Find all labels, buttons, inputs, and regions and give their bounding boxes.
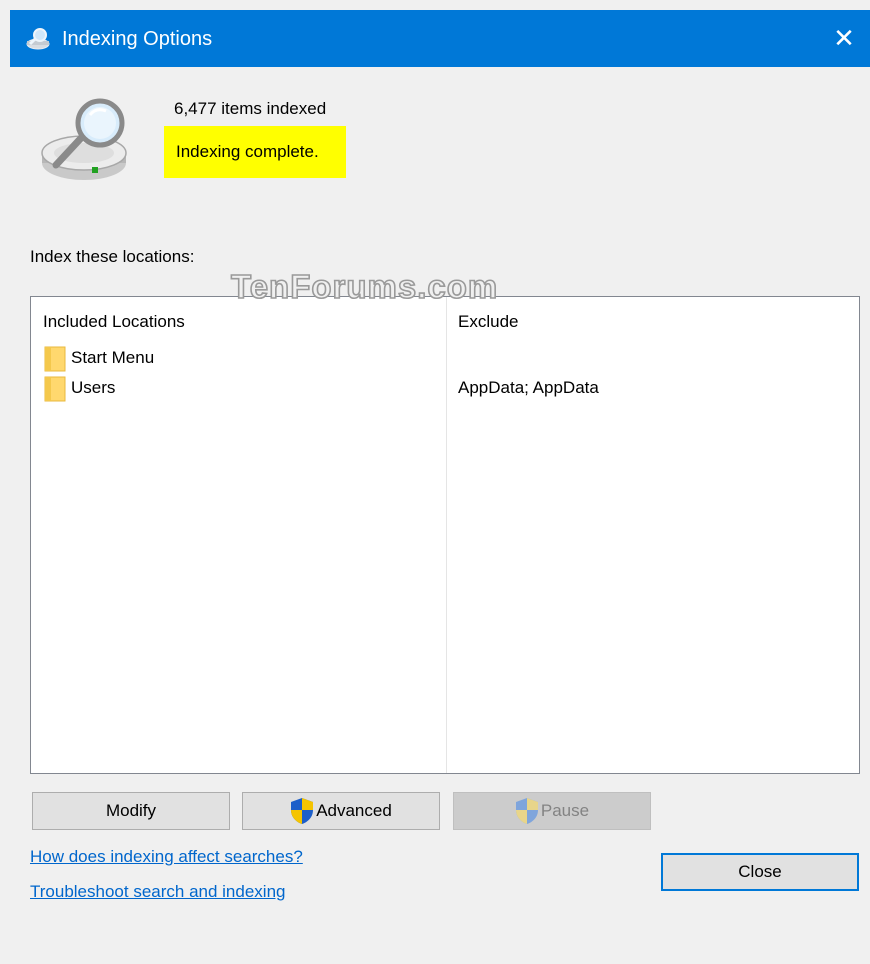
troubleshoot-link[interactable]: Troubleshoot search and indexing — [30, 880, 285, 904]
list-item[interactable]: Start Menu — [31, 343, 859, 373]
watermark: TenForums.com — [230, 267, 499, 306]
window-title: Indexing Options — [62, 28, 213, 50]
locations-section-label: Index these locations: — [30, 247, 195, 266]
included-location-label: Start Menu — [71, 348, 155, 367]
close-window-button[interactable]: ✕ — [818, 10, 870, 67]
indexed-drive-magnifier-icon — [41, 98, 127, 180]
modify-button-label: Modify — [105, 801, 157, 820]
title-bar[interactable]: Indexing Options ✕ — [10, 10, 870, 67]
included-location-label: Users — [71, 378, 116, 397]
advanced-button-label: Advanced — [316, 801, 392, 820]
pause-button[interactable]: Pause — [453, 792, 651, 830]
column-header-included[interactable]: Included Locations — [43, 310, 185, 334]
indexing-options-window: Indexing Options ✕ 6,477 items indexed I… — [10, 10, 870, 964]
modify-button[interactable]: Modify — [32, 792, 230, 830]
uac-shield-icon — [291, 798, 314, 824]
indexing-options-icon — [26, 28, 50, 50]
pause-button-label: Pause — [540, 801, 590, 820]
list-item[interactable]: Users AppData; AppData — [31, 373, 859, 403]
folder-icon — [44, 376, 66, 402]
indexing-status: Indexing complete. — [176, 142, 319, 161]
excluded-location-label: AppData; AppData — [458, 378, 599, 397]
indexed-locations-list[interactable]: Included Locations Exclude Start Menu Us… — [30, 296, 860, 774]
indexing-help-link[interactable]: How does indexing affect searches? — [30, 845, 303, 869]
items-indexed-count: 6,477 items indexed — [174, 99, 327, 118]
dialog-body: 6,477 items indexed Indexing complete. I… — [10, 67, 870, 964]
uac-shield-icon — [515, 798, 538, 824]
folder-icon — [44, 346, 66, 372]
column-header-exclude[interactable]: Exclude — [458, 310, 518, 334]
close-button-label: Close — [738, 862, 782, 881]
advanced-button[interactable]: Advanced — [242, 792, 440, 830]
close-button[interactable]: Close — [661, 853, 859, 891]
